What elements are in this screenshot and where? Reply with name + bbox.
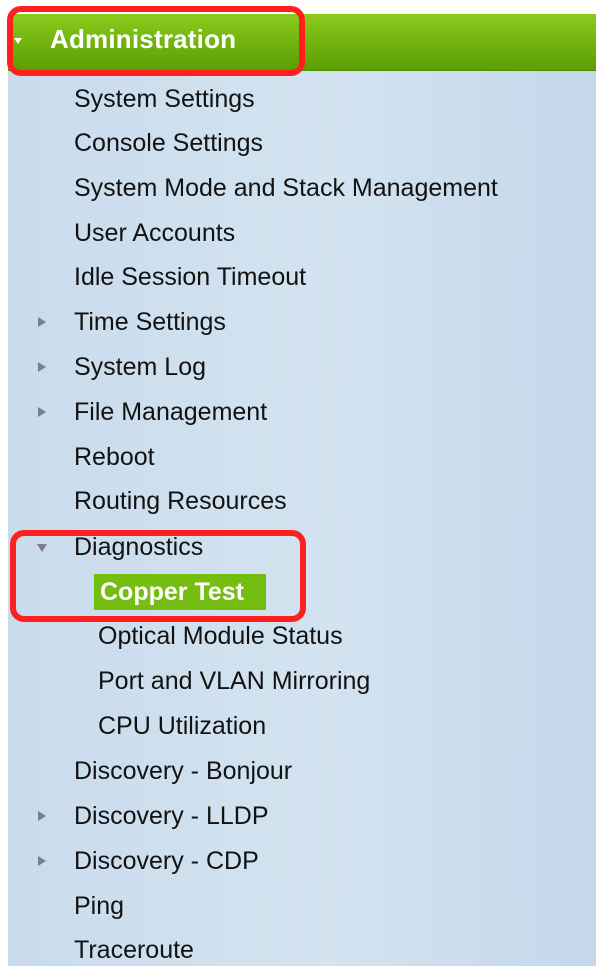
menu-item-optical-module-status[interactable]: Optical Module Status — [98, 621, 343, 651]
menu-item-time-settings[interactable]: Time Settings — [74, 307, 226, 337]
menu-item-console-settings[interactable]: Console Settings — [74, 128, 263, 158]
diagnostics-highlight-box — [10, 530, 306, 622]
collapsed-arrow-icon[interactable] — [38, 856, 46, 866]
collapsed-arrow-icon[interactable] — [38, 317, 46, 327]
menu-item-system-settings[interactable]: System Settings — [74, 84, 255, 114]
menu-item-routing-resources[interactable]: Routing Resources — [74, 486, 287, 516]
menu-item-reboot[interactable]: Reboot — [74, 442, 155, 472]
menu-item-discovery-lldp[interactable]: Discovery - LLDP — [74, 801, 269, 831]
menu-item-discovery-cdp[interactable]: Discovery - CDP — [74, 846, 259, 876]
menu-item-file-management[interactable]: File Management — [74, 397, 267, 427]
menu-item-system-mode-stack-management[interactable]: System Mode and Stack Management — [74, 173, 498, 203]
menu-item-user-accounts[interactable]: User Accounts — [74, 218, 235, 248]
menu-item-discovery-bonjour[interactable]: Discovery - Bonjour — [74, 756, 292, 786]
menu-item-port-vlan-mirroring[interactable]: Port and VLAN Mirroring — [98, 666, 370, 696]
menu-item-ping[interactable]: Ping — [74, 891, 124, 921]
collapsed-arrow-icon[interactable] — [38, 811, 46, 821]
collapsed-arrow-icon[interactable] — [38, 407, 46, 417]
menu-item-idle-session-timeout[interactable]: Idle Session Timeout — [74, 262, 306, 292]
collapsed-arrow-icon[interactable] — [38, 362, 46, 372]
menu-item-traceroute[interactable]: Traceroute — [74, 935, 194, 965]
administration-highlight-box — [7, 6, 305, 76]
menu-item-cpu-utilization[interactable]: CPU Utilization — [98, 711, 266, 741]
menu-item-system-log[interactable]: System Log — [74, 352, 206, 382]
